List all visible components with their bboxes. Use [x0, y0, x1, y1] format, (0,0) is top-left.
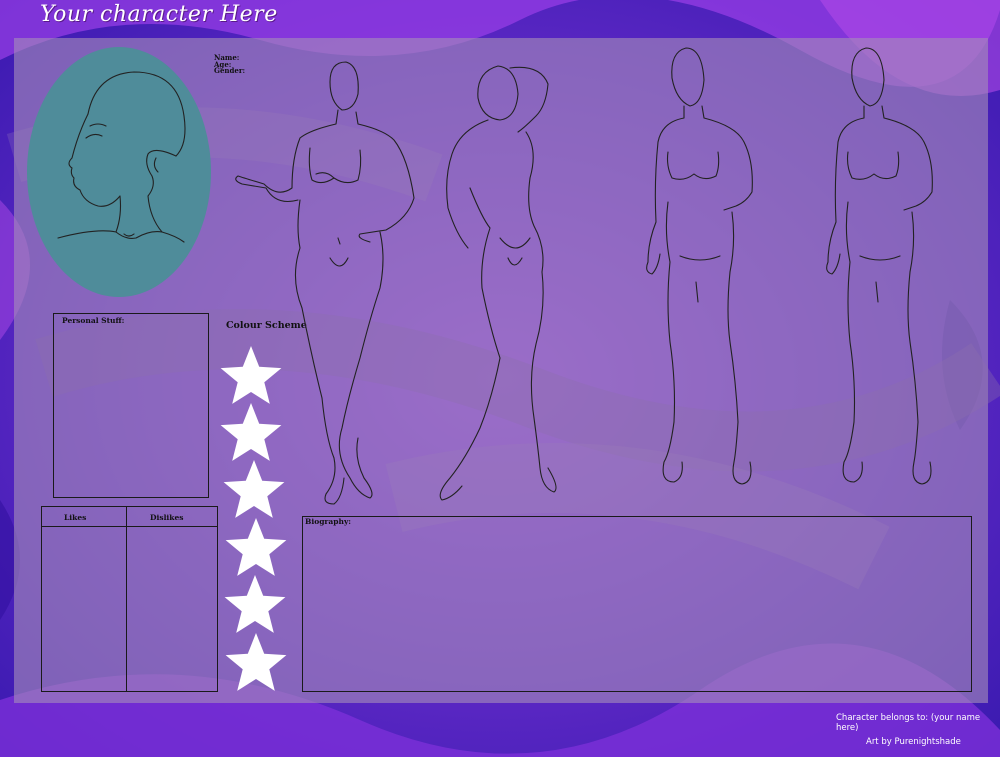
likes-column[interactable]	[42, 507, 127, 691]
portrait-oval	[27, 47, 211, 297]
figure-standing-icon	[826, 47, 933, 485]
footer-credit: Art by Purenightshade	[866, 737, 961, 747]
footer-belongs: Character belongs to: (your name here)	[836, 713, 981, 733]
dislikes-label: Dislikes	[150, 513, 184, 522]
star-icon[interactable]	[223, 518, 289, 578]
personal-stuff-label: Personal Stuff:	[62, 316, 125, 325]
sheet-title: Your character Here	[40, 2, 278, 27]
biography-box[interactable]: Biography:	[302, 516, 972, 692]
biography-label: Biography:	[305, 517, 352, 526]
header-divider	[42, 526, 217, 527]
figure-back-icon	[439, 65, 557, 501]
figure-standing-icon	[646, 47, 753, 485]
star-icon[interactable]	[223, 633, 289, 693]
figure-front-icon	[235, 61, 415, 505]
personal-stuff-box[interactable]: Personal Stuff:	[53, 313, 209, 498]
likes-dislikes-table: Likes Dislikes	[41, 506, 218, 692]
star-icon[interactable]	[222, 575, 288, 635]
likes-label: Likes	[64, 513, 87, 522]
